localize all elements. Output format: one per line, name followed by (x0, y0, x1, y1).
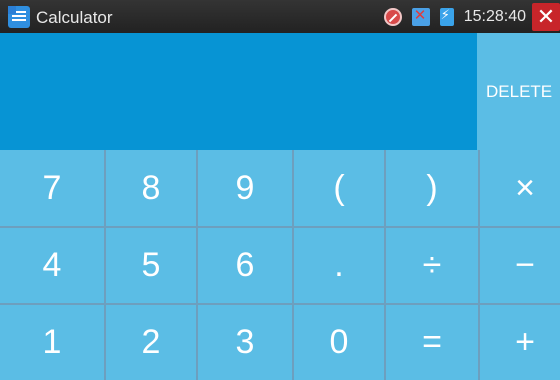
key-9[interactable]: 9 (198, 150, 292, 226)
key-7[interactable]: 7 (0, 150, 104, 226)
delete-button[interactable]: DELETE (477, 33, 560, 150)
key-3[interactable]: 3 (198, 305, 292, 380)
no-disturb-icon (383, 7, 402, 26)
key-0[interactable]: 0 (294, 305, 384, 380)
clock: 15:28:40 (463, 7, 526, 25)
key-close-paren[interactable]: ) (386, 150, 478, 226)
key-open-paren[interactable]: ( (294, 150, 384, 226)
status-icons: 15:28:40 ✕ (383, 0, 560, 33)
network-off-icon (411, 6, 430, 26)
battery-charging-icon (439, 7, 454, 26)
key-6[interactable]: 6 (198, 228, 292, 303)
key-multiply[interactable]: × (480, 150, 560, 226)
key-subtract[interactable]: − (480, 228, 560, 303)
app-icon-corner (8, 6, 16, 14)
key-1[interactable]: 1 (0, 305, 104, 380)
keypad: 7 8 9 ( ) × 4 5 6 . ÷ − 1 2 3 0 = + (0, 150, 560, 380)
key-8[interactable]: 8 (106, 150, 196, 226)
key-4[interactable]: 4 (0, 228, 104, 303)
key-divide[interactable]: ÷ (386, 228, 478, 303)
key-equals[interactable]: = (386, 305, 478, 380)
close-icon[interactable]: ✕ (532, 2, 560, 31)
window-title: Calculator (36, 8, 113, 27)
calculator-display (0, 33, 477, 150)
calculator-app-icon (8, 6, 30, 28)
key-add[interactable]: + (480, 305, 560, 380)
key-5[interactable]: 5 (106, 228, 196, 303)
key-2[interactable]: 2 (106, 305, 196, 380)
status-bar: Calculator 15:28:40 ✕ (0, 0, 560, 33)
key-decimal[interactable]: . (294, 228, 384, 303)
